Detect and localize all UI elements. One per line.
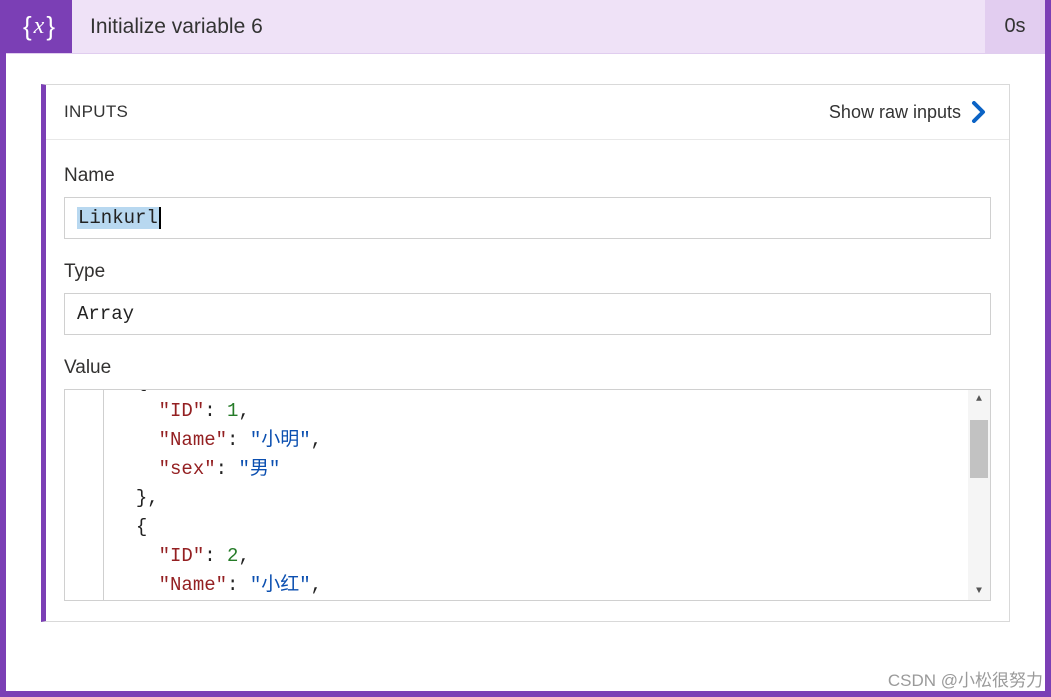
show-raw-inputs-label: Show raw inputs [829,102,961,123]
chevron-right-icon [971,101,987,123]
scrollbar-thumb[interactable] [970,420,988,478]
action-header[interactable]: {x} Initialize variable 6 0s [6,0,1045,54]
show-raw-inputs-button[interactable]: Show raw inputs [829,101,987,123]
inputs-panel-body: Name Linkurl Type Array Value { "ID": 1,… [46,140,1009,621]
action-title: Initialize variable 6 [72,0,985,53]
type-field-label: Type [64,261,991,283]
action-duration: 0s [985,0,1045,53]
code-gutter [103,390,104,600]
variable-icon: {x} [6,0,72,53]
name-field[interactable]: Linkurl [64,197,991,239]
name-field-label: Name [64,165,991,187]
type-field[interactable]: Array [64,293,991,335]
value-field-label: Value [64,357,991,379]
inputs-panel: INPUTS Show raw inputs Name Linkurl Type… [41,84,1010,622]
scroll-down-icon[interactable]: ▼ [968,582,990,600]
name-field-value: Linkurl [77,207,161,229]
type-field-value: Array [77,303,134,325]
scroll-up-icon[interactable]: ▲ [968,390,990,408]
watermark-text: CSDN @小松很努力 [888,666,1043,691]
value-field[interactable]: { "ID": 1, "Name": "小明", "sex": "男" }, {… [64,389,991,601]
inputs-heading: INPUTS [64,102,128,122]
action-card-frame: {x} Initialize variable 6 0s INPUTS Show… [0,0,1051,697]
scrollbar-track[interactable]: ▲ ▼ [968,390,990,600]
value-json-content: { "ID": 1, "Name": "小明", "sex": "男" }, {… [113,389,964,600]
inputs-panel-header: INPUTS Show raw inputs [46,85,1009,140]
